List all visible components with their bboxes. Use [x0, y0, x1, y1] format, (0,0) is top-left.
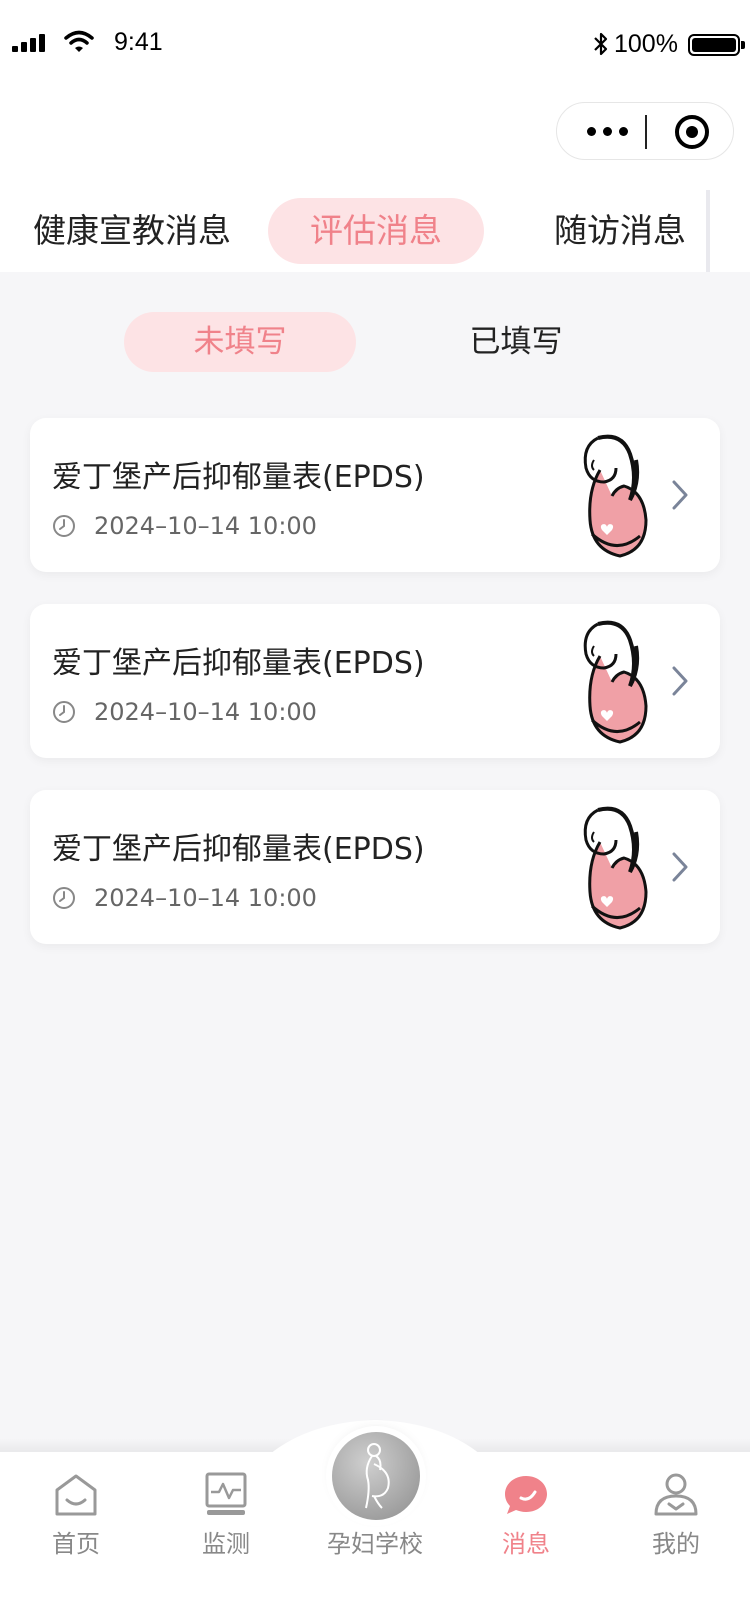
tab-health-education[interactable]: 健康宣教消息	[22, 198, 242, 264]
card-title: 爱丁堡产后抑郁量表(EPDS)	[52, 832, 425, 867]
target-circle-icon[interactable]	[675, 115, 709, 149]
nav-profile-label: 我的	[652, 1530, 700, 1558]
chevron-right-icon	[672, 666, 688, 696]
tab-follow-up[interactable]: 随访消息	[540, 198, 700, 264]
signal-icon	[12, 34, 46, 52]
more-dots-icon[interactable]	[583, 119, 635, 143]
tab-scroll-edge	[706, 190, 710, 272]
tab-filled[interactable]: 已填写	[400, 312, 632, 372]
pregnant-woman-illustration	[583, 806, 648, 930]
assessment-card[interactable]: 爱丁堡产后抑郁量表(EPDS) 2024–10–14 10:00	[30, 790, 720, 944]
nav-messages[interactable]: 消息	[466, 1452, 586, 1562]
status-bar: 9:41 100%	[0, 0, 750, 90]
clock-icon	[53, 515, 75, 537]
card-time: 2024–10–14 10:00	[94, 512, 317, 540]
nav-pregnancy-school[interactable]: 孕妇学校	[318, 1430, 432, 1570]
miniprogram-capsule	[556, 102, 734, 160]
nav-messages-label: 消息	[502, 1530, 550, 1558]
nav-home[interactable]: 首页	[16, 1452, 136, 1562]
monitor-icon	[205, 1472, 247, 1515]
message-bubble-icon	[505, 1476, 547, 1514]
status-time: 9:41	[114, 28, 163, 56]
nav-monitor[interactable]: 监测	[166, 1452, 286, 1562]
tab-assessment[interactable]: 评估消息	[268, 198, 484, 264]
message-type-tabs: 健康宣教消息 评估消息 随访消息	[0, 198, 750, 268]
wifi-icon	[64, 30, 94, 52]
pregnant-woman-illustration	[583, 620, 648, 744]
clock-icon	[53, 701, 75, 723]
card-time: 2024–10–14 10:00	[94, 884, 317, 912]
bluetooth-icon	[594, 32, 608, 56]
assessment-card[interactable]: 爱丁堡产后抑郁量表(EPDS) 2024–10–14 10:00	[30, 418, 720, 572]
pregnant-woman-icon	[332, 1432, 420, 1520]
battery-icon	[688, 34, 745, 56]
nav-home-label: 首页	[52, 1530, 100, 1558]
tab-unfilled[interactable]: 未填写	[124, 312, 356, 372]
capsule-divider	[645, 115, 647, 149]
card-title: 爱丁堡产后抑郁量表(EPDS)	[52, 646, 425, 681]
chevron-right-icon	[672, 480, 688, 510]
card-time: 2024–10–14 10:00	[94, 698, 317, 726]
fill-status-tabs: 未填写 已填写	[0, 312, 750, 372]
nav-pregnancy-school-label: 孕妇学校	[327, 1530, 423, 1558]
chevron-right-icon	[672, 852, 688, 882]
nav-monitor-label: 监测	[202, 1530, 250, 1558]
profile-icon	[654, 1473, 698, 1516]
pregnant-woman-illustration	[583, 434, 648, 558]
card-title: 爱丁堡产后抑郁量表(EPDS)	[52, 460, 425, 495]
nav-profile[interactable]: 我的	[616, 1452, 736, 1562]
home-icon	[55, 1474, 97, 1516]
assessment-card[interactable]: 爱丁堡产后抑郁量表(EPDS) 2024–10–14 10:00	[30, 604, 720, 758]
clock-icon	[53, 887, 75, 909]
battery-percent: 100%	[614, 30, 678, 58]
